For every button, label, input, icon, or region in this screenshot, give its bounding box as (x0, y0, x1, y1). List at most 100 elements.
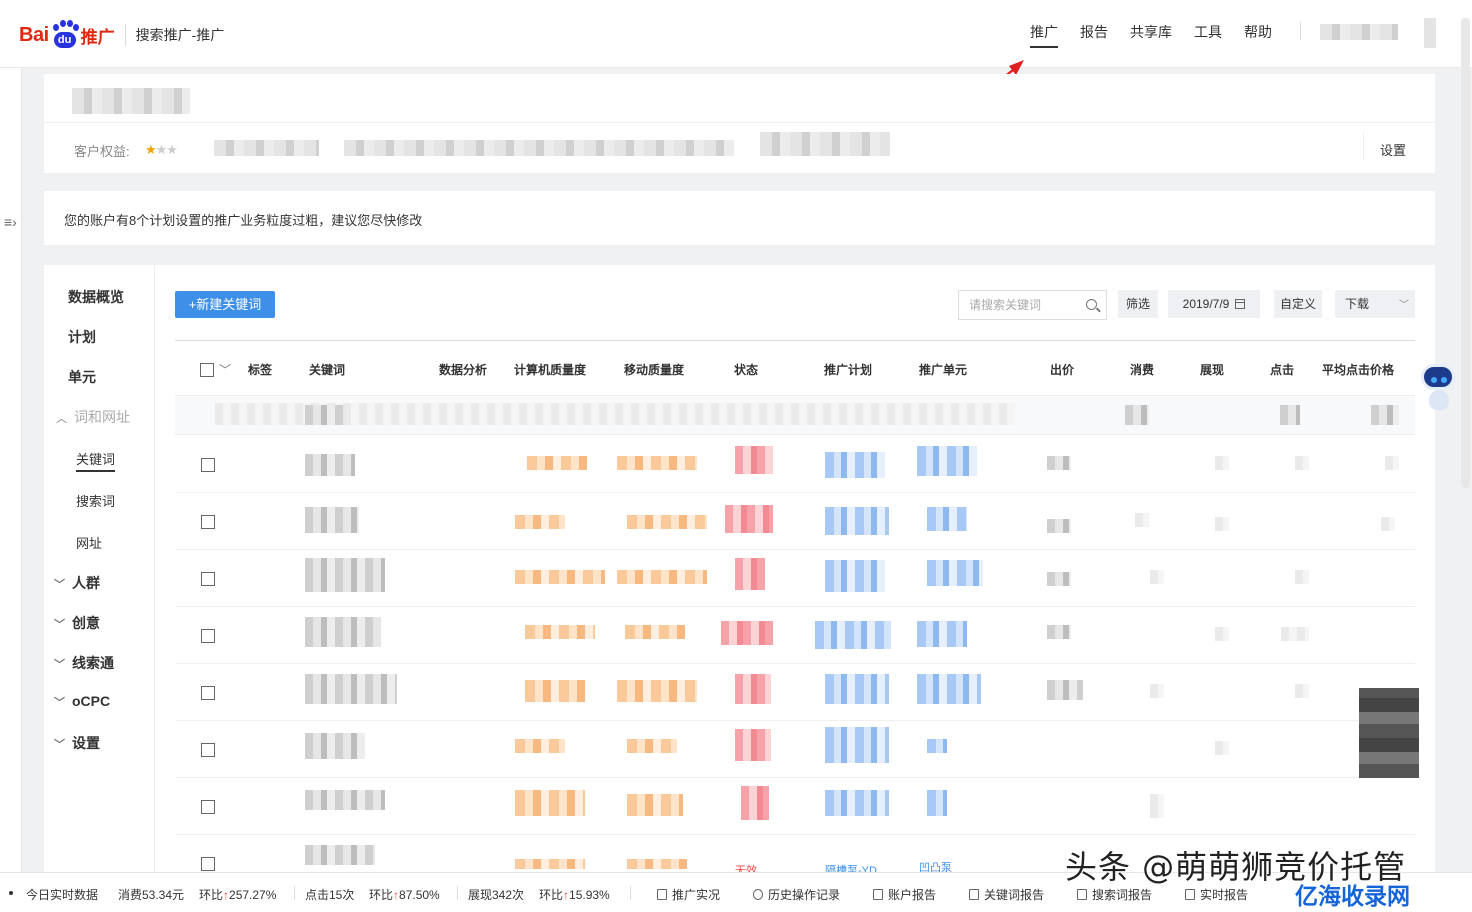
col-cost[interactable]: 消费 (1130, 361, 1154, 378)
expand-sidebar-icon[interactable]: ≡› (4, 214, 17, 230)
user-menu-blurred[interactable] (1424, 18, 1436, 48)
cell-bid-blurred[interactable] (1047, 572, 1071, 586)
cell-bid-blurred[interactable] (1047, 625, 1071, 639)
cell-plan-blurred[interactable] (825, 560, 885, 592)
row-checkbox[interactable] (201, 686, 215, 700)
search-icon[interactable] (1086, 299, 1097, 310)
baidu-logo[interactable]: Bai du 推广 搜索推广-推广 (19, 18, 224, 52)
cell-plan-link[interactable]: 隔槽泵-YD (825, 862, 877, 872)
nav-settings[interactable]: ﹀ 设置 (54, 733, 100, 753)
nav-help[interactable]: 帮助 (1244, 22, 1272, 48)
col-status[interactable]: 状态 (734, 361, 758, 378)
row-checkbox[interactable] (201, 629, 215, 643)
live-preview-link[interactable]: 推广实况 (657, 886, 720, 903)
history-link[interactable]: 历史操作记录 (753, 886, 840, 903)
nav-creative[interactable]: ﹀ 创意 (54, 613, 100, 633)
row-checkbox[interactable] (201, 857, 215, 871)
cell-unit-link[interactable]: 凹凸泵 (919, 859, 952, 872)
filter-button[interactable]: 筛选 (1118, 290, 1158, 318)
account-report-label: 账户报告 (888, 888, 937, 902)
nav-shared-library[interactable]: 共享库 (1130, 22, 1172, 48)
keyword-report-link[interactable]: 关键词报告 (969, 886, 1044, 903)
cell-mobile-quality-blurred (627, 794, 683, 816)
star-filled-icon: ★ (145, 142, 157, 157)
cell-unit-blurred[interactable] (917, 621, 967, 647)
user-account-blurred[interactable] (1320, 24, 1398, 40)
nav-ocpc[interactable]: ﹀ oCPC (54, 693, 110, 710)
nav-plan[interactable]: 计划 (68, 327, 96, 347)
nav-leads[interactable]: ﹀ 线索通 (54, 653, 114, 673)
cell-plan-blurred[interactable] (825, 674, 889, 704)
col-mobile-quality[interactable]: 移动质量度 (624, 361, 684, 378)
chevron-down-icon[interactable]: ﹀ (219, 361, 231, 378)
cell-bid-blurred[interactable] (1047, 519, 1071, 533)
select-all-checkbox[interactable] (200, 363, 214, 377)
row-checkbox[interactable] (201, 800, 215, 814)
cell-pc-quality-blurred (515, 859, 585, 869)
nav-tuiguang[interactable]: 推广 (1030, 22, 1058, 48)
cell-pc-quality-blurred (525, 625, 595, 639)
cell-plan-blurred[interactable] (815, 621, 891, 649)
col-data-analysis[interactable]: 数据分析 (439, 361, 487, 378)
account-settings-link[interactable]: 设置 (1380, 140, 1406, 159)
cell-keyword-blurred[interactable] (305, 454, 355, 476)
cell-keyword-blurred[interactable] (305, 617, 381, 647)
nav-report[interactable]: 报告 (1080, 22, 1108, 48)
col-tag[interactable]: 标签 (248, 361, 272, 378)
nav-words-urls[interactable]: ︿ 词和网址 (56, 407, 130, 427)
nav-audience[interactable]: ﹀ 人群 (54, 573, 100, 593)
cell-unit-blurred[interactable] (927, 560, 983, 586)
cell-keyword-blurred[interactable] (305, 790, 385, 810)
cell-keyword-blurred[interactable] (305, 674, 397, 704)
cell-unit-blurred[interactable] (917, 446, 977, 476)
cell-bid-blurred[interactable] (1047, 456, 1071, 470)
page-scrollbar[interactable] (1461, 18, 1470, 488)
row-checkbox[interactable] (201, 515, 215, 529)
cell-keyword-blurred[interactable] (305, 845, 375, 865)
row-checkbox[interactable] (201, 572, 215, 586)
col-bid[interactable]: 出价 (1050, 361, 1074, 378)
col-pc-quality[interactable]: 计算机质量度 (514, 361, 586, 378)
realtime-report-link[interactable]: 实时报告 (1185, 886, 1248, 903)
cell-unit-blurred[interactable] (927, 790, 947, 816)
nav-data-overview[interactable]: 数据概览 (68, 287, 124, 307)
cell-clicks-blurred (1295, 456, 1309, 470)
cell-plan-blurred[interactable] (825, 790, 889, 816)
new-keyword-button[interactable]: +新建关键词 (175, 291, 275, 318)
download-dropdown[interactable]: 下载 ﹀ (1335, 290, 1415, 318)
cell-keyword-blurred[interactable] (305, 558, 385, 592)
date-picker[interactable]: 2019/7/9 (1168, 290, 1260, 318)
cell-keyword-blurred[interactable] (305, 507, 359, 533)
cell-bid-blurred[interactable] (1047, 680, 1083, 700)
row-checkbox[interactable] (201, 458, 215, 472)
cell-plan-blurred[interactable] (825, 507, 889, 535)
nav-urls[interactable]: 网址 (76, 533, 102, 552)
cell-unit-blurred[interactable] (927, 739, 947, 753)
cell-keyword-blurred[interactable] (305, 733, 365, 759)
row-checkbox[interactable] (201, 743, 215, 757)
search-term-report-link[interactable]: 搜索词报告 (1077, 886, 1152, 903)
cell-unit-blurred[interactable] (927, 507, 967, 531)
col-avg-cpc[interactable]: 平均点击价格 (1322, 361, 1394, 378)
col-clicks[interactable]: 点击 (1270, 361, 1294, 378)
assistant-robot-icon[interactable] (1419, 360, 1459, 414)
cell-plan-blurred[interactable] (825, 452, 885, 478)
keyword-search-input[interactable] (959, 291, 1077, 319)
cell-status-blurred (741, 786, 769, 820)
nav-unit[interactable]: 单元 (68, 367, 96, 387)
left-nav: 数据概览 计划 单元 ︿ 词和网址 关键词 搜索词 网址 ﹀ 人群 ﹀ 创意 ﹀ 线索通… (44, 265, 155, 872)
col-impressions[interactable]: 展现 (1200, 361, 1224, 378)
cell-unit-blurred[interactable] (917, 674, 981, 704)
col-unit[interactable]: 推广单元 (919, 361, 967, 378)
cell-status-blurred (725, 505, 773, 533)
custom-columns-button[interactable]: 自定义 (1274, 290, 1322, 318)
nav-tools[interactable]: 工具 (1194, 22, 1222, 48)
nav-keywords[interactable]: 关键词 (76, 449, 116, 472)
total-row-blurred (1371, 405, 1399, 425)
col-plan[interactable]: 推广计划 (824, 361, 872, 378)
cell-plan-blurred[interactable] (825, 727, 889, 763)
account-report-link[interactable]: 账户报告 (873, 886, 936, 903)
col-keyword[interactable]: 关键词 (309, 361, 345, 378)
nav-search-terms[interactable]: 搜索词 (76, 491, 115, 510)
realtime-report-label: 实时报告 (1200, 888, 1249, 902)
